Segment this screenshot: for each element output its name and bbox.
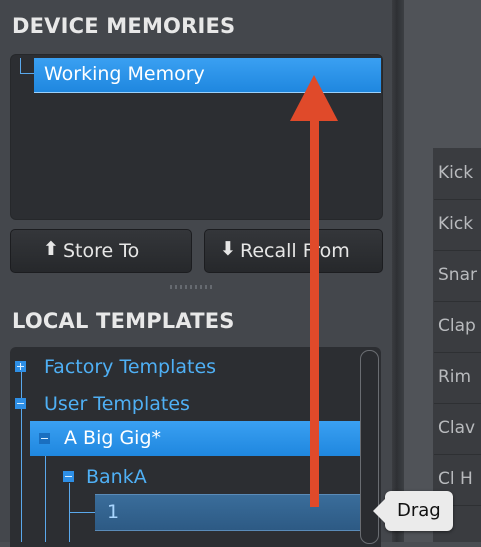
right-list-item-label: Snar	[438, 265, 477, 285]
arrow-up-icon: ⬆	[43, 238, 59, 260]
tree-connector	[45, 446, 46, 542]
resize-grip[interactable]	[170, 285, 214, 289]
tree-item-user-templates[interactable]: User Templates	[44, 393, 190, 415]
arrow-down-icon: ⬇	[220, 238, 236, 260]
arrow-up-icon	[290, 75, 338, 121]
tree-connector	[20, 58, 21, 74]
drag-tooltip: Drag	[373, 491, 453, 531]
right-list-item-label: Kick	[438, 214, 474, 234]
store-to-label: Store To	[63, 240, 140, 262]
local-templates-title: LOCAL TEMPLATES	[12, 309, 235, 333]
memory-item-label: Working Memory	[44, 63, 205, 85]
right-list-item-label: Kick	[438, 163, 474, 183]
right-list-item[interactable]: Snar	[434, 251, 481, 302]
expand-plus-icon[interactable]	[15, 361, 26, 372]
collapse-minus-icon[interactable]	[15, 398, 26, 409]
collapse-minus-icon[interactable]	[63, 471, 74, 482]
right-list-item[interactable]: Kick	[434, 200, 481, 251]
right-list-item[interactable]: Clap	[434, 302, 481, 353]
tree-item-template-1[interactable]: 1	[95, 494, 363, 531]
collapse-minus-icon[interactable]	[39, 433, 50, 444]
tree-item-label: A Big Gig*	[64, 427, 162, 449]
tree-connector	[20, 73, 34, 74]
right-list-item[interactable]: Rim	[434, 353, 481, 404]
tree-item-label: 1	[107, 501, 120, 523]
drag-tooltip-label: Drag	[397, 500, 441, 521]
device-memories-title: DEVICE MEMORIES	[12, 14, 236, 38]
store-to-button[interactable]: ⬆ Store To	[10, 229, 192, 273]
tree-connector	[69, 512, 95, 513]
recall-from-button[interactable]: ⬇ Recall From	[204, 229, 383, 273]
right-list-item-label: Rim	[438, 367, 472, 387]
right-list-item[interactable]: Clav	[434, 404, 481, 455]
recall-from-label: Recall From	[240, 240, 350, 262]
tree-item-factory-templates[interactable]: Factory Templates	[44, 356, 216, 378]
tree-connector	[21, 408, 22, 542]
right-list-item[interactable]: Kick	[434, 149, 481, 200]
right-list-item-label: Clap	[438, 316, 476, 336]
tree-item-banka[interactable]: BankA	[86, 466, 147, 488]
drag-arrow-shaft	[310, 112, 319, 507]
right-list-item-label: Clav	[438, 418, 476, 438]
right-list-item-label: Cl H	[438, 469, 473, 489]
panel-divider[interactable]	[392, 0, 404, 542]
